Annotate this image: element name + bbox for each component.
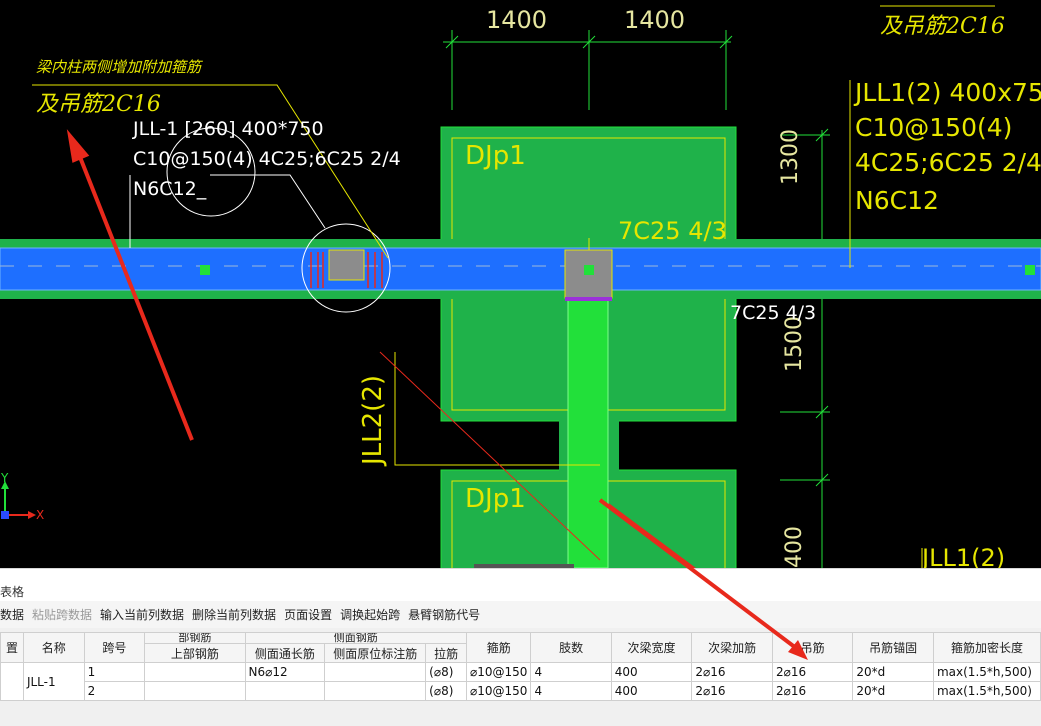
header-top-rebar[interactable]: 上部钢筋 [144, 643, 246, 663]
axis-indicator [1, 481, 36, 519]
header-group-side: 侧面钢筋 [244, 632, 468, 644]
header-secondary-add[interactable]: 次梁加筋 [691, 632, 773, 663]
axis-y-label: Y [1, 471, 9, 485]
toolbar-item-cantilever-code[interactable]: 悬臂钢筋代号 [408, 606, 480, 623]
header-tie[interactable]: 拉筋 [425, 643, 468, 663]
footing-label-top: DJp1 [465, 141, 526, 171]
cell-span-no[interactable]: 1 [83, 662, 146, 682]
beam-right-label-line4: N6C12 [855, 186, 939, 215]
toolbar-item-data[interactable]: 数据 [0, 606, 24, 623]
beam-right-label-line1: JLL1(2) 400x750 [855, 78, 1041, 107]
header-stirrup[interactable]: 箍筋 [466, 632, 532, 663]
header-side-orig[interactable]: 侧面原位标注筋 [324, 643, 427, 663]
cell-span-no[interactable]: 2 [83, 681, 146, 701]
beam-bottom-right-label: JLL1(2) [922, 544, 1006, 568]
header-dense-length[interactable]: 箍筋加密长度 [932, 632, 1041, 663]
table-row[interactable]: 2 (⌀8) ⌀10@150 4 400 2⌀16 2⌀16 20*d max(… [1, 681, 1041, 701]
small-column [328, 249, 365, 281]
cell-dense-length[interactable]: max(1.5*h,500) [932, 681, 1041, 701]
toolbar-item-delete-column-data[interactable]: 删除当前列数据 [192, 606, 276, 623]
toolbar-item-paste-span-data[interactable]: 粘贴跨数据 [32, 606, 92, 623]
beam-label-line1: JLL-1 [260] 400*750 [133, 118, 324, 140]
header-hanger[interactable]: 吊筋 [771, 632, 854, 663]
cell-hanger[interactable]: 2⌀16 [771, 681, 854, 701]
cell-side-orig[interactable] [324, 681, 427, 701]
top-dimension-lines [443, 30, 733, 110]
column-base-line [565, 297, 612, 301]
cell-stirrup[interactable]: ⌀10@150 [466, 662, 532, 682]
cell-side-long[interactable]: N6⌀12 [244, 662, 326, 682]
toolbar-item-input-column-data[interactable]: 输入当前列数据 [100, 606, 184, 623]
beam-right-label-line2: C10@150(4) [855, 113, 1013, 142]
header-side-long[interactable]: 侧面通长筋 [244, 643, 326, 663]
marker [200, 265, 210, 275]
cell-side-orig[interactable] [324, 662, 427, 682]
cell-legs[interactable]: 4 [530, 681, 612, 701]
hanging-note-line1: 梁内柱两侧增加附加箍筋 [36, 58, 202, 76]
dimension-vertical-partial: 400 [782, 526, 807, 568]
cad-drawing-canvas[interactable]: 1400 1400 1300 1500 400 梁内柱两侧增加附加箍筋 及吊筋2… [0, 0, 1041, 568]
axis-x-label: X [36, 508, 45, 522]
beam-label-line2: C10@150(4) 4C25;6C25 2/4 [133, 148, 401, 170]
table-row[interactable]: JLL-1 1 N6⌀12 (⌀8) ⌀10@150 4 400 2⌀16 2⌀… [0, 662, 1041, 701]
beam-label-line3: N6C12_ [133, 178, 207, 200]
marker [1025, 265, 1035, 275]
marker [584, 265, 594, 275]
hanging-note-top-right: 及吊筋2C16 [880, 14, 1005, 39]
cell-secondary-add[interactable]: 2⌀16 [691, 662, 773, 682]
dimension-left: 1400 [486, 6, 548, 34]
panel-title: 表格 [0, 585, 25, 599]
cell-top-rebar[interactable] [144, 681, 246, 701]
panel-toolbar: 数据 粘贴跨数据 输入当前列数据 删除当前列数据 页面设置 调换起始跨 悬臂钢筋… [0, 601, 1041, 628]
header-name[interactable]: 名称 [22, 632, 85, 663]
cell-dense-length[interactable]: max(1.5*h,500) [932, 662, 1041, 682]
row-position-cell[interactable] [0, 662, 24, 701]
header-secondary-width[interactable]: 次梁宽度 [610, 632, 693, 663]
column-rebar-side: 7C25 4/3 [730, 302, 817, 324]
hanging-note-line2: 及吊筋2C16 [36, 92, 161, 117]
rebar-table: 置 名称 跨号 部钢筋 侧面钢筋 箍筋 肢数 次梁宽度 次梁加筋 吊筋 吊筋锚固… [0, 632, 1041, 701]
header-position[interactable]: 置 [0, 632, 24, 663]
cell-hanger-anchor[interactable]: 20*d [852, 681, 934, 701]
header-span-no[interactable]: 跨号 [83, 632, 146, 663]
cell-tie[interactable]: (⌀8) [425, 681, 468, 701]
cell-secondary-add[interactable]: 2⌀16 [691, 681, 773, 701]
toolbar-item-swap-start-span[interactable]: 调换起始跨 [340, 606, 400, 623]
header-group-top: 部钢筋 [144, 632, 246, 644]
cell-side-long[interactable] [244, 681, 326, 701]
dimension-vertical-top: 1300 [778, 129, 803, 185]
dimension-right: 1400 [624, 6, 686, 34]
header-legs[interactable]: 肢数 [530, 632, 612, 663]
cell-legs[interactable]: 4 [530, 662, 612, 682]
beam-jll2-label: JLL2(2) [358, 374, 388, 465]
cell-hanger[interactable]: 2⌀16 [771, 662, 854, 682]
dimension-vertical-bottom: 1500 [782, 316, 807, 372]
footing-label-bottom: DJp1 [465, 484, 526, 514]
toolbar-item-page-setup[interactable]: 页面设置 [284, 606, 332, 623]
cell-stirrup[interactable]: ⌀10@150 [466, 681, 532, 701]
column-rebar-top: 7C25 4/3 [618, 217, 727, 245]
cell-hanger-anchor[interactable]: 20*d [852, 662, 934, 682]
beam-right-label-line3: 4C25;6C25 2/4 [855, 148, 1041, 177]
header-hanger-anchor[interactable]: 吊筋锚固 [852, 632, 934, 663]
beam-jll2 [567, 299, 609, 568]
label-circle [166, 127, 256, 217]
beam-jll1 [0, 247, 1041, 291]
cell-name[interactable]: JLL-1 [22, 662, 85, 701]
cell-secondary-width[interactable]: 400 [610, 681, 693, 701]
cell-tie[interactable]: (⌀8) [425, 662, 468, 682]
panel-title-bar: 表格 [0, 568, 1041, 602]
cell-secondary-width[interactable]: 400 [610, 662, 693, 682]
cell-top-rebar[interactable] [144, 662, 246, 682]
rebar-table-container: 置 名称 跨号 部钢筋 侧面钢筋 箍筋 肢数 次梁宽度 次梁加筋 吊筋 吊筋锚固… [0, 632, 1041, 701]
